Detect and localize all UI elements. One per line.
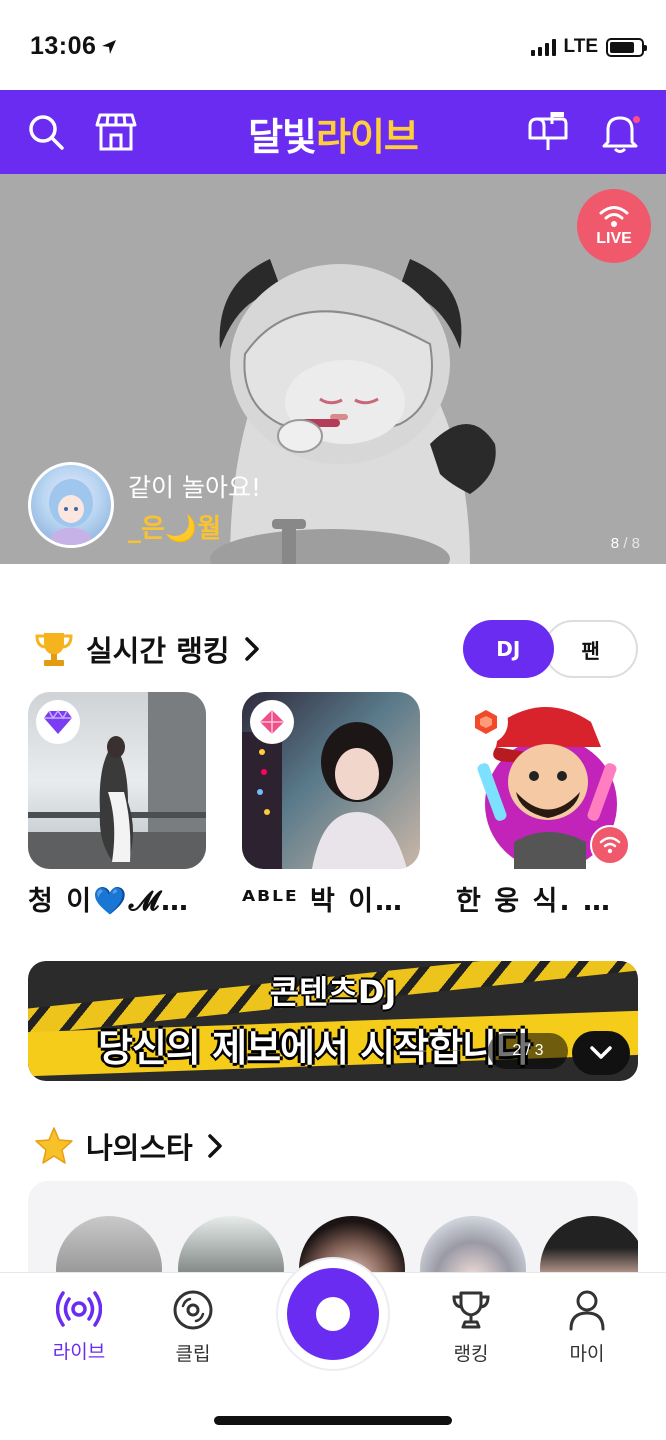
tab-fan[interactable]: 팬 [543, 620, 638, 678]
ranking-list: 청 이💙𝓜… ᴬᴮᴸᴱ 박 이… 한 웅 식. … [28, 692, 666, 922]
location-arrow-icon [102, 40, 117, 54]
diamond-purple-icon [36, 700, 80, 744]
chevron-right-icon [207, 1134, 222, 1158]
broadcast-title: 같이 놀아요! [128, 473, 261, 502]
star-icon [35, 1127, 73, 1164]
promo-title: 콘텐츠DJ [269, 973, 397, 1011]
nav-clip-label: 클립 [175, 1343, 211, 1365]
ranking-title-link[interactable]: 실시간 랭킹 [34, 628, 262, 670]
status-time: 13:06 [30, 32, 118, 61]
live-indicator-icon [590, 825, 630, 865]
signal-icon [530, 38, 556, 56]
clip-disc-icon [173, 1290, 213, 1330]
ranking-card[interactable]: 청 이💙𝓜… [28, 692, 206, 918]
battery-icon [606, 37, 647, 57]
ranking-name: 한 웅 식. … [456, 886, 612, 917]
live-badge: LIVE [577, 189, 651, 263]
diamond-pink-icon [250, 700, 294, 744]
ranking-header: 실시간 랭킹 DJ 팬 [0, 620, 666, 680]
gem-red-icon [464, 700, 508, 744]
app-header: 달빛라이브 [0, 90, 666, 174]
nav-live-label: 라이브 [52, 1341, 106, 1363]
network-type: LTE [563, 36, 598, 57]
ranking-thumbnail [456, 692, 634, 869]
trophy-icon [35, 633, 73, 666]
ranking-name: 청 이💙𝓜… [28, 886, 190, 917]
banner-page-counter: 8 / 8 [610, 535, 640, 552]
nav-clip[interactable]: 클립 [148, 1289, 238, 1366]
broadcaster-avatar[interactable] [28, 462, 114, 548]
expand-button[interactable] [572, 1031, 630, 1075]
status-bar: 13:06 LTE [0, 0, 666, 90]
ranking-card[interactable]: 한 웅 식. … [456, 692, 634, 918]
chevron-right-icon [244, 637, 259, 661]
nav-ranking[interactable]: 랭킹 [426, 1289, 516, 1366]
ranking-type-toggle: DJ 팬 [463, 620, 638, 678]
ranking-thumbnail [242, 692, 420, 869]
live-radio-icon [56, 1291, 102, 1327]
chevron-down-icon [590, 1046, 612, 1059]
ranking-name: ᴬᴮᴸᴱ 박 이… [242, 886, 405, 917]
my-star-title-link[interactable]: 나의스타 [34, 1125, 225, 1167]
ranking-thumbnail [28, 692, 206, 869]
wifi-icon [599, 206, 629, 227]
start-broadcast-button[interactable] [278, 1259, 388, 1369]
promo-banner[interactable]: 콘텐츠DJ 당신의 제보에서 시작합니다 2 / 3 [28, 961, 638, 1081]
bell-icon[interactable] [598, 110, 642, 154]
nav-live[interactable]: 라이브 [34, 1289, 124, 1364]
bottom-nav: 라이브 클립 랭킹 마이 [0, 1259, 666, 1440]
notification-dot [633, 116, 640, 123]
broadcaster-name: _은🌙월 [128, 514, 222, 544]
broadcast-record-icon [287, 1268, 379, 1360]
promo-pager: 2 / 3 [488, 1033, 568, 1069]
mailbox-icon[interactable] [526, 110, 570, 154]
trophy-outline-icon [452, 1291, 490, 1329]
nav-ranking-label: 랭킹 [453, 1343, 489, 1365]
promo-subtitle: 당신의 제보에서 시작합니다 [98, 1026, 531, 1070]
tab-dj[interactable]: DJ [463, 620, 554, 678]
nav-my[interactable]: 마이 [542, 1289, 632, 1366]
ranking-card[interactable]: ᴬᴮᴸᴱ 박 이… [242, 692, 420, 918]
live-banner[interactable]: LIVE 같이 놀아요! _은🌙월 8 / 8 [0, 174, 666, 564]
nav-my-label: 마이 [569, 1343, 605, 1365]
person-icon [569, 1290, 605, 1331]
home-indicator[interactable] [214, 1416, 452, 1425]
